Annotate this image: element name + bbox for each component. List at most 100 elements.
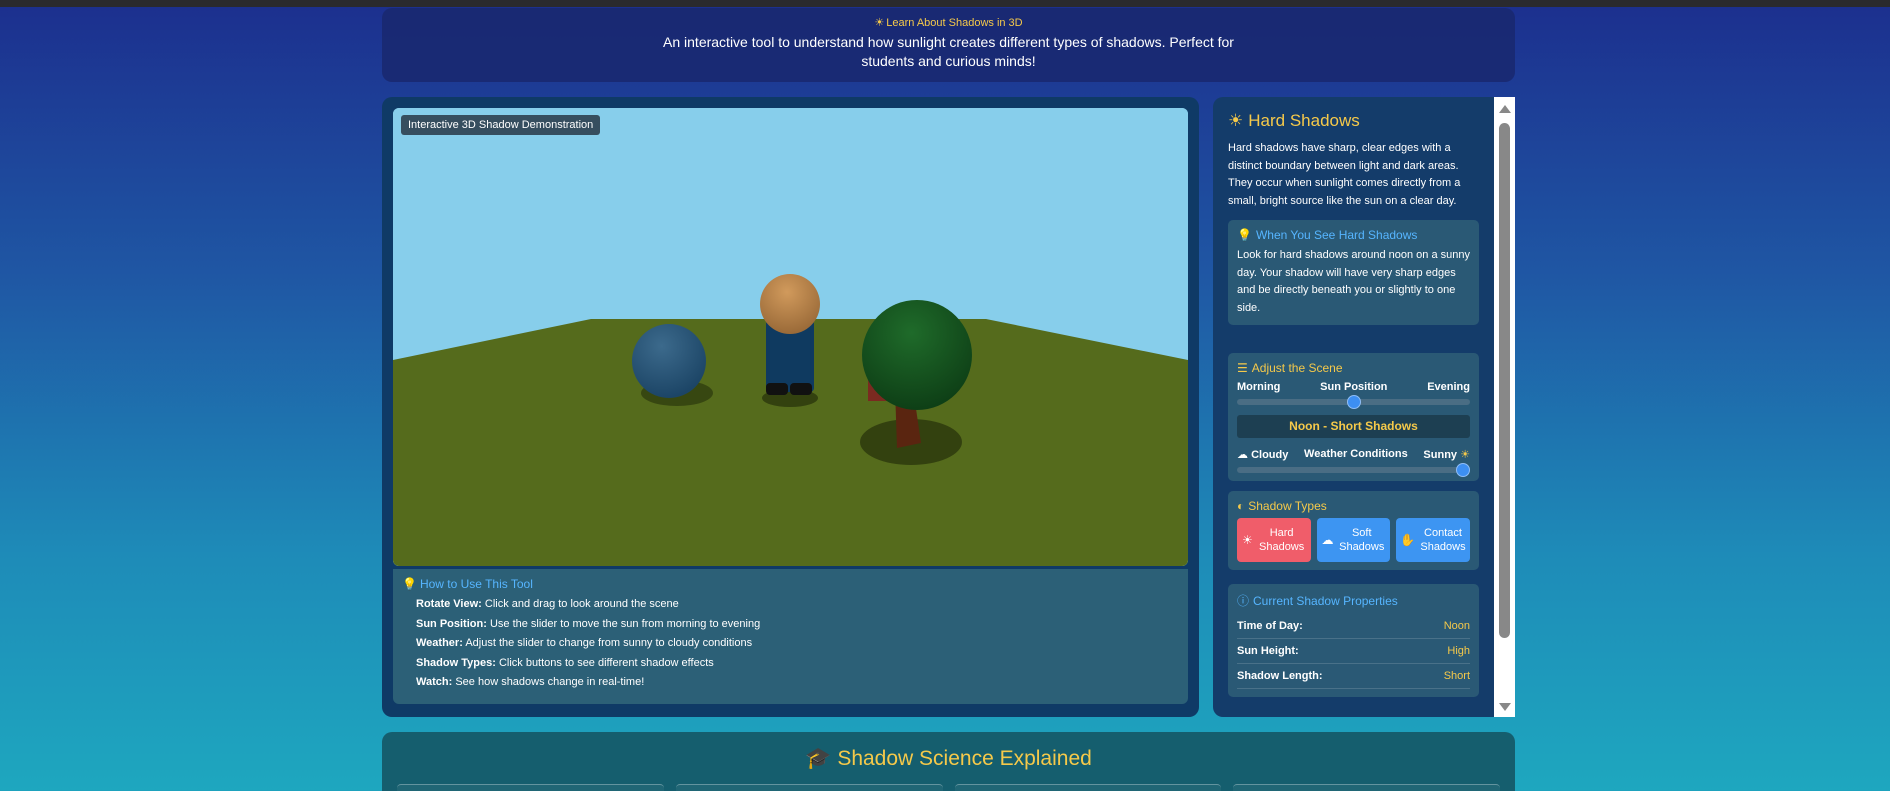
science-card bbox=[397, 784, 664, 791]
side-panel-content: ☀ Hard Shadows Hard shadows have sharp, c… bbox=[1213, 97, 1494, 717]
list-item: Rotate View: Click and drag to look arou… bbox=[416, 595, 1179, 615]
scene-card: Interactive 3D Shadow Demonstration 💡 How… bbox=[382, 97, 1199, 717]
scene-canvas[interactable] bbox=[393, 108, 1188, 566]
when-title: 💡 When You See Hard Shadows bbox=[1237, 228, 1470, 242]
person-right-foot bbox=[790, 383, 812, 395]
shadow-types-title: ◐ Shadow Types bbox=[1237, 499, 1470, 513]
shadow-properties-box: ⓘ Current Shadow Properties Time of Day: … bbox=[1228, 584, 1479, 697]
property-key: Time of Day: bbox=[1237, 620, 1303, 632]
viewport-badge: Interactive 3D Shadow Demonstration bbox=[401, 115, 601, 135]
person-left-foot bbox=[766, 383, 788, 395]
sliders-icon: ☰ bbox=[1237, 361, 1248, 375]
adjust-title-text: Adjust the Scene bbox=[1251, 361, 1343, 375]
list-item: Shadow Types: Click buttons to see diffe… bbox=[416, 654, 1179, 674]
adjust-title: ☰ Adjust the Scene bbox=[1237, 361, 1470, 375]
property-row: Shadow Length: Short bbox=[1237, 664, 1470, 689]
property-key: Sun Height: bbox=[1237, 645, 1299, 657]
science-card bbox=[1233, 784, 1500, 791]
property-value: Short bbox=[1443, 670, 1470, 682]
properties-title-text: Current Shadow Properties bbox=[1253, 593, 1398, 608]
graduation-cap-icon: 🎓 bbox=[805, 747, 832, 770]
list-item: Sun Position: Use the slider to move the… bbox=[416, 615, 1179, 635]
scroll-down-arrow-icon[interactable] bbox=[1499, 703, 1511, 711]
when-box: 💡 When You See Hard Shadows Look for hard… bbox=[1228, 220, 1479, 325]
howto-text: See how shadows change in real-time! bbox=[455, 676, 645, 689]
lightbulb-icon: 💡 bbox=[1237, 228, 1252, 242]
property-row: Time of Day: Noon bbox=[1237, 614, 1470, 639]
science-title: 🎓 Shadow Science Explained bbox=[382, 747, 1515, 771]
contrast-icon: ◐ bbox=[1237, 499, 1245, 513]
property-row: Sun Height: High bbox=[1237, 639, 1470, 664]
science-card bbox=[954, 784, 1222, 791]
soft-shadows-label: Soft Shadows bbox=[1339, 527, 1385, 553]
sun-slider-thumb[interactable] bbox=[1346, 395, 1361, 409]
shadow-types-title-text: Shadow Types bbox=[1248, 499, 1327, 513]
howto-text: Click and drag to look around the scene bbox=[484, 598, 679, 610]
list-item: Watch: See how shadows change in real-ti… bbox=[416, 673, 1179, 693]
info-icon: ⓘ bbox=[1237, 594, 1250, 608]
sun-label-center: Sun Position bbox=[1320, 381, 1388, 393]
science-section: 🎓 Shadow Science Explained bbox=[382, 732, 1515, 791]
weather-slider-labels: ☁ Cloudy Weather Conditions Sunny ☀ bbox=[1237, 448, 1470, 461]
when-title-text: When You See Hard Shadows bbox=[1255, 228, 1418, 242]
sun-slider-labels: Morning Sun Position Evening bbox=[1237, 381, 1470, 393]
weather-slider-thumb[interactable] bbox=[1456, 463, 1470, 477]
contact-shadows-button[interactable]: ✋ Contact Shadows bbox=[1396, 518, 1470, 562]
side-panel-scrollbar[interactable] bbox=[1494, 97, 1515, 717]
property-value: Noon bbox=[1443, 620, 1470, 632]
weather-left-text: Cloudy bbox=[1251, 449, 1289, 461]
weather-label-cloudy: ☁ Cloudy bbox=[1237, 448, 1288, 461]
sun-status: Noon - Short Shadows bbox=[1237, 415, 1470, 438]
3d-viewport[interactable]: Interactive 3D Shadow Demonstration bbox=[393, 108, 1188, 566]
info-side-panel: ☀ Hard Shadows Hard shadows have sharp, c… bbox=[1213, 97, 1515, 717]
weather-right-text: Sunny bbox=[1423, 449, 1458, 461]
header-kicker: ☀ Learn About Shadows in 3D bbox=[382, 16, 1515, 29]
hard-shadows-label: Hard Shadows bbox=[1259, 527, 1305, 553]
sun-icon: ☀ bbox=[1242, 533, 1253, 547]
header-kicker-text: Learn About Shadows in 3D bbox=[886, 17, 1023, 29]
adjust-scene-box: ☰ Adjust the Scene Morning Sun Position E… bbox=[1228, 353, 1479, 481]
how-to-title: 💡 How to Use This Tool bbox=[402, 577, 1179, 591]
howto-text: Use the slider to move the sun from morn… bbox=[489, 617, 761, 630]
howto-label: Sun Position: bbox=[416, 617, 487, 630]
shadow-type-description: Hard shadows have sharp, clear edges wit… bbox=[1228, 142, 1461, 207]
header-description: An interactive tool to understand how su… bbox=[663, 34, 1234, 69]
scroll-up-arrow-icon[interactable] bbox=[1499, 105, 1511, 113]
science-title-text: Shadow Science Explained bbox=[837, 747, 1092, 770]
property-key: Shadow Length: bbox=[1237, 670, 1323, 682]
science-cards bbox=[397, 784, 1500, 791]
how-to-panel: 💡 How to Use This Tool Rotate View: Click… bbox=[393, 569, 1188, 704]
sun-icon: ☀ bbox=[874, 17, 885, 29]
soft-shadows-button[interactable]: ☁ Soft Shadows bbox=[1316, 518, 1390, 562]
person-head bbox=[760, 274, 820, 334]
howto-label: Shadow Types: bbox=[416, 656, 496, 669]
hands-icon: ✋ bbox=[1400, 533, 1416, 547]
list-item: Weather: Adjust the slider to change fro… bbox=[416, 634, 1179, 654]
tree-canopy bbox=[862, 300, 972, 410]
shadow-types-box: ◐ Shadow Types ☀ Hard Shadows ☁ Soft Shadow… bbox=[1228, 491, 1479, 570]
howto-label: Watch: bbox=[416, 676, 453, 689]
sun-position-slider[interactable] bbox=[1237, 395, 1470, 409]
when-text: Look for hard shadows around noon on a s… bbox=[1237, 249, 1470, 314]
shadow-type-buttons: ☀ Hard Shadows ☁ Soft Shadows ✋ Contact Sha… bbox=[1237, 518, 1470, 562]
scrollbar-thumb[interactable] bbox=[1499, 123, 1510, 638]
howto-text: Click buttons to see different shadow ef… bbox=[498, 656, 714, 669]
properties-title: ⓘ Current Shadow Properties bbox=[1237, 592, 1470, 609]
contact-shadows-label: Contact Shadows bbox=[1420, 527, 1466, 553]
lightbulb-icon: 💡 bbox=[402, 577, 417, 591]
hard-shadows-button[interactable]: ☀ Hard Shadows bbox=[1237, 518, 1311, 562]
sun-label-morning: Morning bbox=[1237, 381, 1281, 393]
howto-label: Weather: bbox=[416, 637, 463, 650]
science-card bbox=[675, 784, 943, 791]
howto-label: Rotate View: bbox=[416, 598, 482, 610]
how-to-list: Rotate View: Click and drag to look arou… bbox=[402, 595, 1179, 693]
cloud-icon: ☁ bbox=[1237, 449, 1248, 461]
weather-slider[interactable] bbox=[1237, 463, 1470, 477]
how-to-title-text: How to Use This Tool bbox=[419, 577, 533, 591]
cloud-icon: ☁ bbox=[1321, 533, 1334, 547]
weather-label-sunny: Sunny ☀ bbox=[1423, 448, 1470, 461]
weather-label-center: Weather Conditions bbox=[1304, 448, 1408, 460]
sun-label-evening: Evening bbox=[1427, 381, 1470, 393]
sun-icon: ☀ bbox=[1228, 111, 1244, 130]
sphere bbox=[632, 324, 706, 398]
